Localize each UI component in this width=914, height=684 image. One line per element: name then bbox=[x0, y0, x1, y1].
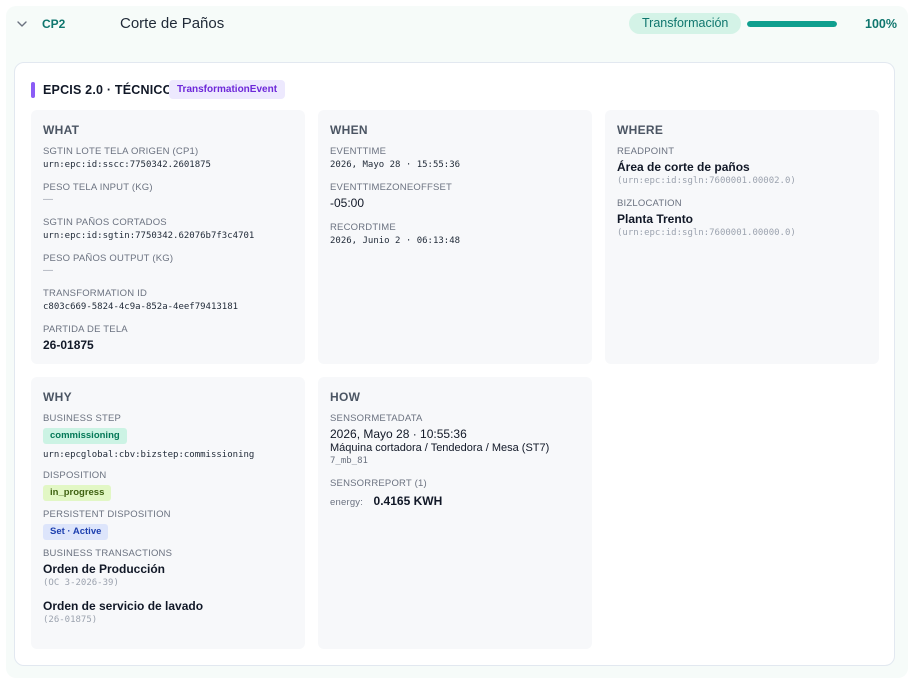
where-panel: WHERE READPOINT Área de corte de paños (… bbox=[605, 110, 879, 364]
sensor-device: Máquina cortadora / Tendedora / Mesa (ST… bbox=[330, 442, 550, 454]
card-accent-bar bbox=[31, 82, 35, 98]
what-field: TRANSFORMATION ID c803c669-5824-4c9a-852… bbox=[43, 288, 293, 312]
progress-fill bbox=[747, 21, 837, 27]
business-step-urn: urn:epcglobal:cbv:bizstep:commissioning bbox=[43, 450, 255, 460]
field-value: — bbox=[43, 194, 53, 205]
event-type-pill: Transformación bbox=[629, 13, 742, 34]
event-type-badge: TransformationEvent bbox=[169, 80, 286, 99]
energy-label: energy: bbox=[330, 497, 364, 508]
what-field: PESO PAÑOS OUTPUT (KG) — bbox=[43, 253, 293, 276]
field-value: urn:epc:id:sscc:7750342.2601875 bbox=[43, 160, 211, 170]
what-field: PESO TELA INPUT (KG) — bbox=[43, 182, 293, 205]
field-label: SGTIN PAÑOS CORTADOS bbox=[43, 217, 167, 228]
field-label: PERSISTENT DISPOSITION bbox=[43, 509, 171, 520]
card-title: EPCIS 2.0 · TÉCNICO bbox=[43, 83, 173, 97]
field-label: SENSORREPORT (1) bbox=[330, 478, 427, 489]
when-panel: WHEN EVENTTIME 2026, Mayo 28 · 15:55:36 … bbox=[318, 110, 592, 364]
chevron-down-icon[interactable] bbox=[16, 18, 28, 30]
where-field: BIZLOCATION Planta Trento (urn:epc:id:sg… bbox=[617, 198, 867, 238]
process-step-container: CP2 Corte de Paños Transformación 100% E… bbox=[6, 6, 908, 678]
field-label: SGTIN LOTE TELA ORIGEN (CP1) bbox=[43, 146, 199, 157]
step-title: Corte de Paños bbox=[120, 15, 225, 32]
what-field: PARTIDA DE TELA 26-01875 bbox=[43, 324, 293, 352]
when-field: RECORDTIME 2026, Junio 2 · 06:13:48 bbox=[330, 222, 580, 246]
field-label: SENSORMETADATA bbox=[330, 413, 423, 424]
readpoint-name: Área de corte de paños bbox=[617, 160, 750, 174]
when-field: EVENTTIMEZONEOFFSET -05:00 bbox=[330, 182, 580, 210]
field-value: — bbox=[43, 265, 53, 276]
when-heading: WHEN bbox=[330, 123, 368, 137]
what-panel: WHAT SGTIN LOTE TELA ORIGEN (CP1) urn:ep… bbox=[31, 110, 305, 364]
where-field: READPOINT Área de corte de paños (urn:ep… bbox=[617, 146, 867, 186]
readpoint-id: (urn:epc:id:sgln:7600001.00002.0) bbox=[617, 176, 796, 186]
transaction-ref: (OC 3-2026-39) bbox=[43, 578, 119, 588]
sensor-time: 2026, Mayo 28 · 10:55:36 bbox=[330, 427, 467, 441]
event-time-value: 2026, Mayo 28 · 15:55:36 bbox=[330, 160, 461, 170]
why-field: BUSINESS TRANSACTIONS Orden de Producció… bbox=[43, 548, 293, 625]
progress-bar bbox=[747, 21, 837, 27]
energy-value: 0.4165 KWH bbox=[373, 494, 443, 508]
what-field: SGTIN LOTE TELA ORIGEN (CP1) urn:epc:id:… bbox=[43, 146, 293, 170]
bizlocation-name: Planta Trento bbox=[617, 212, 694, 226]
business-step-badge: commissioning bbox=[43, 428, 127, 444]
field-label: PESO TELA INPUT (KG) bbox=[43, 182, 153, 193]
timezone-value: -05:00 bbox=[330, 196, 365, 210]
field-label: READPOINT bbox=[617, 146, 675, 157]
field-label: RECORDTIME bbox=[330, 222, 396, 233]
field-value: c803c669-5824-4c9a-852a-4eef79413181 bbox=[43, 302, 239, 312]
field-label: BIZLOCATION bbox=[617, 198, 682, 209]
bizlocation-id: (urn:epc:id:sgln:7600001.00000.0) bbox=[617, 228, 796, 238]
how-field: SENSORMETADATA 2026, Mayo 28 · 10:55:36 … bbox=[330, 413, 580, 466]
why-heading: WHY bbox=[43, 390, 72, 404]
how-panel: HOW SENSORMETADATA 2026, Mayo 28 · 10:55… bbox=[318, 377, 592, 649]
field-value: urn:epc:id:sgtin:7750342.62076b7f3c4701 bbox=[43, 231, 255, 241]
field-label: BUSINESS TRANSACTIONS bbox=[43, 548, 173, 559]
field-label: PARTIDA DE TELA bbox=[43, 324, 128, 335]
step-code: CP2 bbox=[42, 17, 66, 31]
how-heading: HOW bbox=[330, 390, 361, 404]
field-label: EVENTTIMEZONEOFFSET bbox=[330, 182, 453, 193]
energy-reading: energy: 0.4165 KWH bbox=[330, 492, 580, 510]
persistent-disposition-badge: Set · Active bbox=[43, 524, 109, 540]
transaction-name: Orden de servicio de lavado bbox=[43, 599, 204, 613]
why-panel: WHY BUSINESS STEP commissioning urn:epcg… bbox=[31, 377, 305, 649]
step-header[interactable]: CP2 Corte de Paños Transformación 100% bbox=[6, 6, 908, 44]
field-label: PESO PAÑOS OUTPUT (KG) bbox=[43, 253, 174, 264]
how-field: SENSORREPORT (1) energy: 0.4165 KWH bbox=[330, 478, 580, 510]
why-field: BUSINESS STEP commissioning urn:epcgloba… bbox=[43, 413, 293, 460]
what-field: SGTIN PAÑOS CORTADOS urn:epc:id:sgtin:77… bbox=[43, 217, 293, 241]
field-label: EVENTTIME bbox=[330, 146, 387, 157]
transaction-name: Orden de Producción bbox=[43, 562, 166, 576]
field-value: 26-01875 bbox=[43, 338, 94, 352]
when-field: EVENTTIME 2026, Mayo 28 · 15:55:36 bbox=[330, 146, 580, 170]
record-time-value: 2026, Junio 2 · 06:13:48 bbox=[330, 236, 461, 246]
epcis-technical-card: EPCIS 2.0 · TÉCNICO TransformationEvent … bbox=[14, 62, 895, 666]
disposition-badge: in_progress bbox=[43, 485, 112, 501]
field-label: DISPOSITION bbox=[43, 470, 107, 481]
progress-percent: 100% bbox=[865, 17, 897, 31]
why-field: DISPOSITION in_progress bbox=[43, 470, 293, 501]
what-heading: WHAT bbox=[43, 123, 80, 137]
where-heading: WHERE bbox=[617, 123, 664, 137]
sensor-id: 7_mb_81 bbox=[330, 456, 368, 466]
field-label: TRANSFORMATION ID bbox=[43, 288, 148, 299]
why-field: PERSISTENT DISPOSITION Set · Active bbox=[43, 509, 293, 540]
field-label: BUSINESS STEP bbox=[43, 413, 122, 424]
transaction-ref: (26-01875) bbox=[43, 615, 98, 625]
